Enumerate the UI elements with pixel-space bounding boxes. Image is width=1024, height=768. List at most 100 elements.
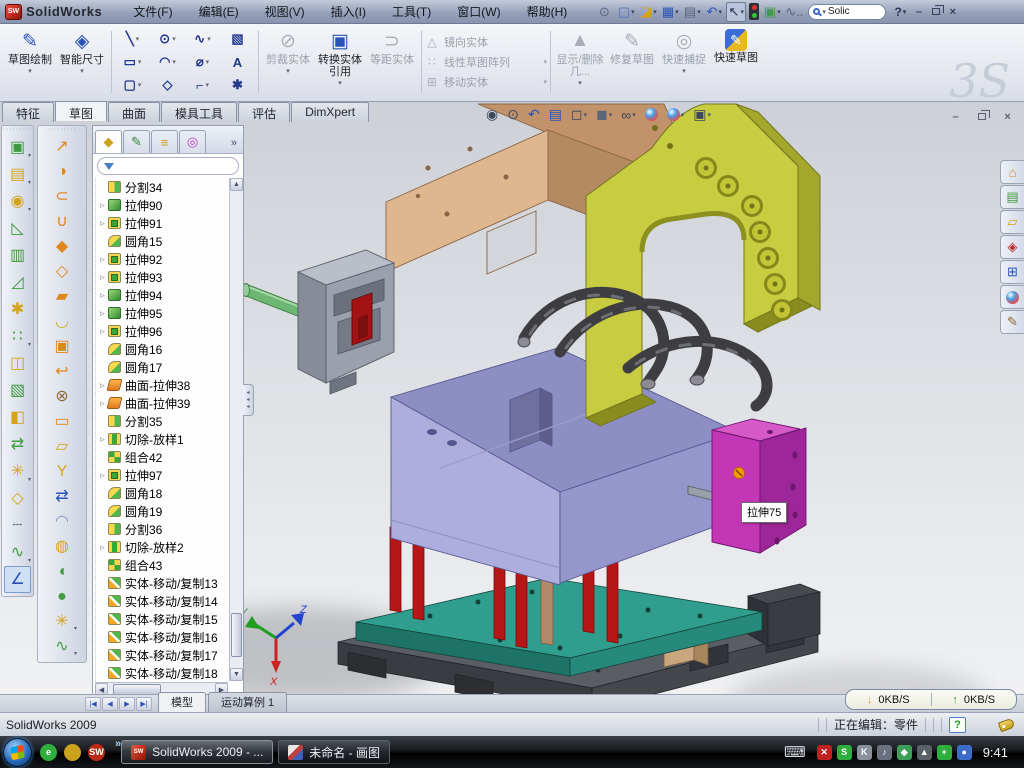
extruded-surface-icon[interactable]: ⊂: [47, 184, 77, 209]
hide-show-items-icon[interactable]: ∞: [621, 107, 636, 123]
key-tray-icon[interactable]: K: [857, 745, 872, 760]
side-block[interactable]: [712, 419, 806, 553]
menu-item[interactable]: 插入(I): [318, 3, 379, 20]
split-icon[interactable]: ◧: [4, 404, 31, 431]
prev-frame-button[interactable]: ◀: [102, 697, 118, 711]
dome-icon[interactable]: ◖: [47, 559, 77, 584]
taskbar-clock[interactable]: 9:41: [983, 745, 1008, 760]
security-shield-tray-icon[interactable]: S: [837, 745, 852, 760]
tree-item[interactable]: 组合43: [97, 556, 228, 574]
expand-arrow[interactable]: [97, 218, 108, 229]
extruded-cut-icon[interactable]: ▤: [4, 161, 31, 188]
ellipse-tool[interactable]: ⌀: [185, 51, 220, 74]
offset-entities-button[interactable]: ⊃等距实体: [366, 26, 418, 98]
display-delete-relations-button[interactable]: ▲显示/删除几...: [554, 26, 606, 98]
bent-surface-icon[interactable]: ↩: [47, 359, 77, 384]
lofted-surface-icon[interactable]: ∪: [47, 209, 77, 234]
volume-tray-icon[interactable]: ♪: [877, 745, 892, 760]
custom-properties-tab[interactable]: ✎: [1000, 310, 1024, 334]
feedback-tray-icon[interactable]: ●: [957, 745, 972, 760]
doc-close-button[interactable]: ×: [999, 109, 1016, 124]
print-button[interactable]: ▤: [682, 2, 702, 22]
tree-item[interactable]: 实体-移动/复制16: [97, 628, 228, 646]
tree-item[interactable]: 曲面-拉伸39: [97, 394, 228, 412]
tree-item[interactable]: 圆角19: [97, 502, 228, 520]
text-tool[interactable]: A: [220, 51, 255, 74]
mirror-icon[interactable]: ◫: [4, 350, 31, 377]
next-frame-button[interactable]: ▶: [119, 697, 135, 711]
draft-icon[interactable]: ◿: [4, 269, 31, 296]
expand-arrow[interactable]: [97, 308, 108, 319]
selection-box-tool[interactable]: ▧: [220, 28, 255, 51]
offset-surface-icon[interactable]: ▭: [47, 409, 77, 434]
undo-button[interactable]: ↶: [704, 2, 724, 22]
expand-arrow[interactable]: [97, 272, 108, 283]
mid-surface-icon[interactable]: ▱: [47, 434, 77, 459]
menu-item[interactable]: 帮助(H): [514, 3, 581, 20]
design-library-tab[interactable]: ▤: [1000, 185, 1024, 209]
first-frame-button[interactable]: |◀: [85, 697, 101, 711]
file-explorer-tab[interactable]: ▱: [1000, 210, 1024, 234]
network-speed-widget[interactable]: ↓0KB/S ↑0KB/S: [845, 689, 1017, 710]
measure-icon[interactable]: ∠: [4, 566, 31, 593]
doc-minimize-button[interactable]: –: [947, 109, 964, 124]
menu-item[interactable]: 编辑(E): [186, 3, 252, 20]
ruled-surface-icon[interactable]: Y: [47, 459, 77, 484]
menu-item[interactable]: 文件(F): [120, 3, 185, 20]
save-button[interactable]: ▦: [660, 2, 680, 22]
options-button[interactable]: ▣: [762, 2, 782, 22]
linear-pattern-icon[interactable]: ∷: [4, 323, 31, 350]
tree-item[interactable]: 分割35: [97, 412, 228, 430]
solidworks-quicklaunch-icon[interactable]: SW: [88, 744, 105, 761]
taskbar-solidworks-button[interactable]: SW SolidWorks 2009 - ...: [121, 740, 273, 764]
fillet-icon[interactable]: ◉: [4, 188, 31, 215]
move-entities-button[interactable]: ⊞移动实体: [425, 74, 547, 90]
scroll-up-button[interactable]: ▲: [230, 178, 243, 191]
search-box[interactable]: ▾: [808, 4, 886, 20]
delete-body-icon[interactable]: ✳: [4, 458, 31, 485]
tree-item[interactable]: 拉伸95: [97, 304, 228, 322]
pin-icon[interactable]: ⊙: [594, 2, 614, 22]
tree-item[interactable]: 切除-放样1: [97, 430, 228, 448]
tab-dimxpert[interactable]: DimXpert: [291, 102, 369, 122]
trim-entities-button[interactable]: ⊘剪裁实体: [262, 26, 314, 98]
input-method-icon[interactable]: ⌨: [784, 743, 806, 761]
tree-item[interactable]: 拉伸92: [97, 250, 228, 268]
hole-wizard-icon[interactable]: ✱: [4, 296, 31, 323]
circle-tool[interactable]: ⊙: [150, 28, 185, 51]
tab-features[interactable]: 特征: [2, 102, 54, 122]
edit-appearance-icon[interactable]: ●: [645, 108, 658, 121]
swept-surface-icon[interactable]: ↗: [47, 134, 77, 159]
doc-restore-button[interactable]: [973, 109, 990, 124]
insert-part-icon[interactable]: ◇: [4, 485, 31, 512]
tab-mold-tools[interactable]: 模具工具: [161, 102, 237, 122]
antivirus-tray-icon[interactable]: ✕: [817, 745, 832, 760]
help-button[interactable]: ?: [890, 2, 910, 22]
curve-icon[interactable]: ┄: [4, 512, 31, 539]
close-button[interactable]: ×: [944, 4, 961, 19]
start-button[interactable]: [3, 738, 32, 767]
scroll-down-button[interactable]: ▼: [230, 668, 243, 681]
menu-item[interactable]: 工具(T): [379, 3, 444, 20]
zoom-fit-icon[interactable]: ◉: [486, 106, 498, 123]
tree-item[interactable]: 拉伸93: [97, 268, 228, 286]
view-orientation-icon[interactable]: ◻: [571, 106, 587, 123]
tree-item[interactable]: 实体-移动/复制15: [97, 610, 228, 628]
tab-sketch[interactable]: 草图: [55, 101, 107, 121]
expand-arrow[interactable]: [97, 434, 108, 445]
restore-button[interactable]: [927, 4, 944, 19]
sketch-button[interactable]: ✎草图绘制: [4, 26, 56, 98]
zoom-to-area-icon[interactable]: ⊙: [507, 106, 519, 123]
more-tabs-chevron[interactable]: »: [227, 137, 241, 153]
tree-item[interactable]: 实体-移动/复制17: [97, 646, 228, 664]
tree-item[interactable]: 拉伸90: [97, 196, 228, 214]
smart-dimension-button[interactable]: ◈智能尺寸: [56, 26, 108, 98]
browser-quicklaunch-icon[interactable]: [64, 744, 81, 761]
health-tray-icon[interactable]: +: [937, 745, 952, 760]
sync-tray-icon[interactable]: ◆: [897, 745, 912, 760]
view-palette-tab[interactable]: ⊞: [1000, 260, 1024, 284]
tag-icon[interactable]: [998, 717, 1016, 732]
tree-item[interactable]: 分割36: [97, 520, 228, 538]
last-frame-button[interactable]: ▶|: [136, 697, 152, 711]
spline-icon[interactable]: ∿: [47, 634, 77, 659]
